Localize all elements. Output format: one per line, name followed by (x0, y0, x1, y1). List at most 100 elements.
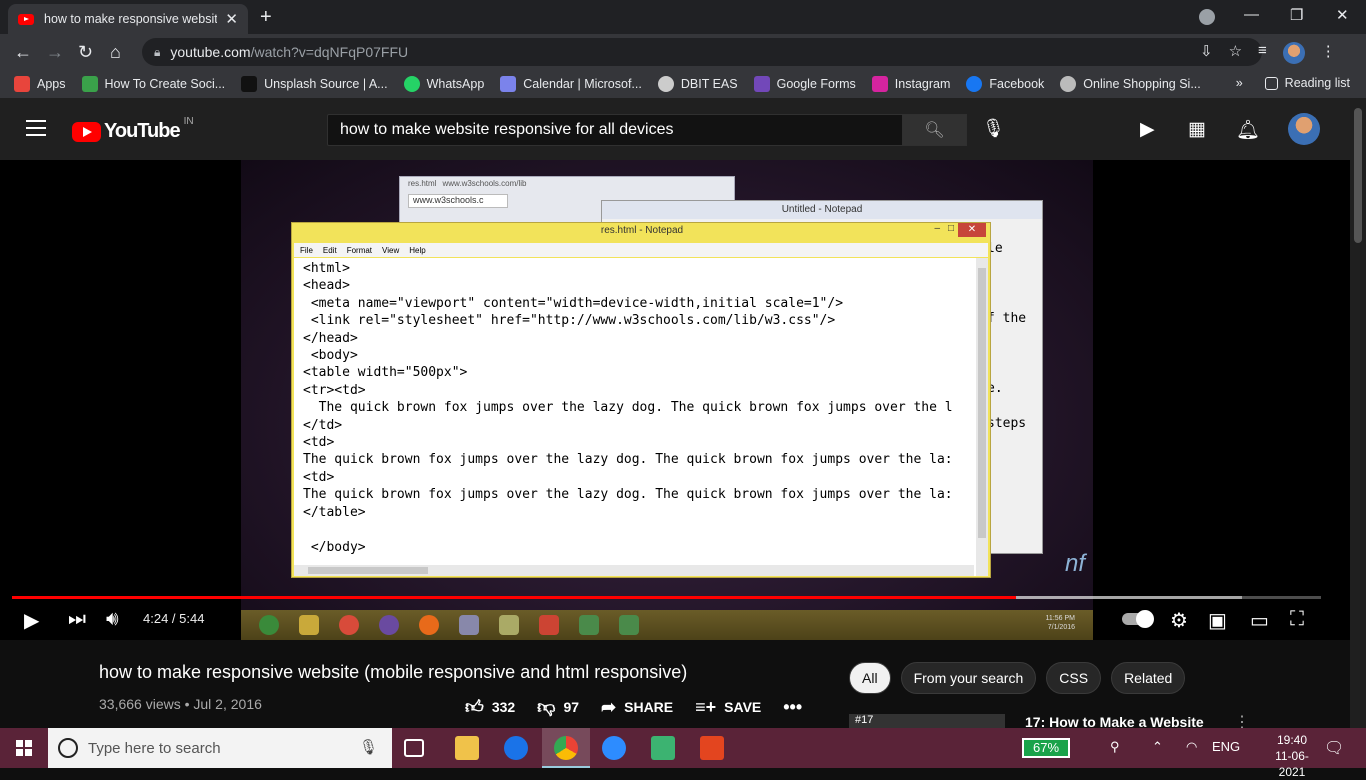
channel-watermark[interactable]: nf (1065, 550, 1085, 578)
back-icon[interactable]: ← (14, 42, 32, 63)
wifi-icon[interactable]: ◠ (1186, 739, 1197, 755)
edge-icon[interactable] (504, 736, 528, 760)
forward-icon[interactable]: → (46, 42, 64, 63)
recommendation-menu-icon[interactable]: ⋮ (1234, 712, 1250, 728)
notification-center-icon[interactable]: 🗨︎ (1324, 738, 1344, 758)
create-video-icon[interactable]: ▶︎ (1140, 118, 1155, 141)
address-bar[interactable]: 🔒︎ youtube.com/watch?v=dqNFqP07FFU (142, 38, 1262, 66)
install-icon[interactable]: ⇩ (1200, 42, 1213, 64)
people-icon[interactable]: ⚲ (1110, 739, 1120, 755)
tab-search-icon[interactable] (1199, 9, 1215, 25)
notepad-maximize-icon: □ (947, 223, 954, 234)
file-explorer-icon[interactable] (455, 736, 479, 760)
task-view-icon[interactable] (404, 739, 424, 757)
autoplay-toggle[interactable] (1122, 610, 1154, 628)
tab-title: how to make responsive website (44, 12, 218, 26)
chip-css[interactable]: CSS (1046, 662, 1102, 694)
bookmark-whatsapp[interactable]: WhatsApp (403, 76, 484, 92)
next-icon[interactable]: ⏭︎ (68, 608, 86, 631)
search-button[interactable]: 🔍︎ (902, 114, 967, 146)
dislike-button[interactable]: 👎︎ 97 (537, 696, 579, 718)
progress-bar[interactable] (12, 596, 1321, 599)
video-taskbar-date: 7/1/2016 (1047, 624, 1075, 631)
bookmark-instagram[interactable]: Instagram (871, 76, 950, 92)
video-player[interactable]: res.html www.w3schools.com/lib www.w3sch… (0, 160, 1350, 640)
recommendation-item[interactable]: #17 17: How to Make a Website ⋮ (849, 712, 1349, 728)
thumbs-up-icon: 👍︎ (465, 697, 484, 717)
bookmark-item[interactable]: Online Shopping Si... (1060, 76, 1201, 92)
more-actions-button[interactable]: ••• (783, 697, 810, 718)
video-actions: 👍︎ 332 👎︎ 97 ➦ SHARE ≡+ SAVE ••• (465, 696, 832, 718)
video-camtasia-icon (579, 615, 599, 635)
notepad-close-icon: ✕ (958, 223, 986, 237)
like-button[interactable]: 👍︎ 332 (465, 696, 515, 718)
taskbar-search-placeholder: Type here to search (88, 739, 221, 757)
browser-tab[interactable]: how to make responsive website ✕ (8, 4, 248, 34)
media-control-icon[interactable]: ≡ (1258, 42, 1267, 64)
video-notepad-untitled-text: le f the e. steps (987, 241, 1027, 431)
store-app-icon[interactable] (651, 736, 675, 760)
taskbar-clock[interactable]: 19:40 11-06-2021 (1262, 732, 1322, 780)
youtube-logo[interactable]: YouTube IN (72, 116, 194, 143)
zoom-icon[interactable] (602, 736, 626, 760)
bookmark-item[interactable]: Calendar | Microsof... (500, 76, 642, 92)
windows-start-icon[interactable] (16, 740, 32, 756)
microphone-icon[interactable]: 🎙︎ (359, 738, 378, 756)
bookmarks-overflow-icon[interactable]: » (1236, 76, 1243, 90)
bookmark-facebook[interactable]: Facebook (966, 76, 1044, 92)
bookmark-apps[interactable]: Apps (14, 76, 66, 92)
bookmark-star-icon[interactable]: ☆ (1229, 42, 1242, 64)
search-input[interactable]: how to make website responsive for all d… (327, 114, 903, 146)
fullscreen-icon[interactable]: ⛶ (1290, 608, 1304, 631)
video-notepad-window: res.html - Notepad – □ ✕ File Edit Forma… (291, 222, 991, 578)
video-powerpoint-icon (539, 615, 559, 635)
reload-icon[interactable]: ↻ (78, 42, 93, 63)
recommendation-thumbnail[interactable]: #17 (849, 714, 1005, 728)
new-tab-icon[interactable]: + (260, 6, 272, 29)
taskbar-chrome[interactable] (542, 728, 590, 768)
globe-icon (1060, 76, 1077, 92)
close-window-icon[interactable]: ✕ (1336, 6, 1349, 24)
volume-icon[interactable]: 🔊︎ (106, 608, 119, 631)
bookmark-favicon-icon (241, 76, 258, 92)
tab-close-icon[interactable]: ✕ (225, 10, 238, 28)
battery-indicator[interactable]: 67% (1022, 738, 1070, 758)
menu-dots-icon[interactable]: ⋮ (1321, 42, 1336, 64)
settings-gear-icon[interactable]: ⚙︎ (1170, 608, 1188, 633)
bookmark-item[interactable]: How To Create Soci... (81, 76, 225, 92)
notifications-bell-icon[interactable]: 🔔︎ (1236, 118, 1260, 142)
reading-list-button[interactable]: Reading list (1264, 76, 1350, 90)
play-icon[interactable]: ▶ (24, 608, 39, 633)
profile-avatar[interactable] (1282, 42, 1305, 64)
apps-grid-icon[interactable]: ▦ (1188, 118, 1206, 141)
share-button[interactable]: ➦ SHARE (601, 697, 673, 718)
home-icon[interactable]: ⌂ (110, 42, 121, 63)
recommendation-title[interactable]: 17: How to Make a Website (1025, 714, 1204, 728)
chip-from-your-search[interactable]: From your search (900, 662, 1037, 694)
language-indicator[interactable]: ENG (1212, 739, 1240, 754)
account-avatar[interactable] (1288, 113, 1320, 145)
minimize-icon[interactable]: — (1244, 6, 1259, 23)
instagram-icon (871, 76, 888, 92)
bookmark-item[interactable]: Google Forms (753, 76, 856, 92)
scrollbar-thumb[interactable] (1354, 108, 1362, 243)
taskbar-search-input[interactable]: Type here to search 🎙︎ (48, 728, 392, 768)
office-icon[interactable] (700, 736, 724, 760)
video-camtasia-icon (619, 615, 639, 635)
microphone-icon[interactable]: 🎙︎ (982, 118, 1005, 139)
share-arrow-icon: ➦ (601, 696, 617, 717)
maximize-icon[interactable]: ❐ (1290, 6, 1303, 24)
chip-related[interactable]: Related (1111, 662, 1186, 694)
theater-mode-icon[interactable]: ▭ (1250, 608, 1269, 633)
video-chrome-tab: www.w3schools.com/lib (442, 179, 527, 188)
miniplayer-icon[interactable]: ▣ (1208, 608, 1227, 633)
bookmark-item[interactable]: Unsplash Source | A... (241, 76, 388, 92)
bookmark-item[interactable]: DBIT EAS (657, 76, 738, 92)
page-scrollbar[interactable] (1350, 98, 1366, 728)
chip-all[interactable]: All (849, 662, 891, 694)
menu-icon[interactable] (26, 120, 46, 136)
save-button[interactable]: ≡+ SAVE (695, 697, 761, 718)
tray-overflow-icon[interactable]: ⌃ (1152, 739, 1163, 755)
lock-icon[interactable]: 🔒︎ (154, 45, 160, 60)
cortana-icon (58, 738, 78, 758)
